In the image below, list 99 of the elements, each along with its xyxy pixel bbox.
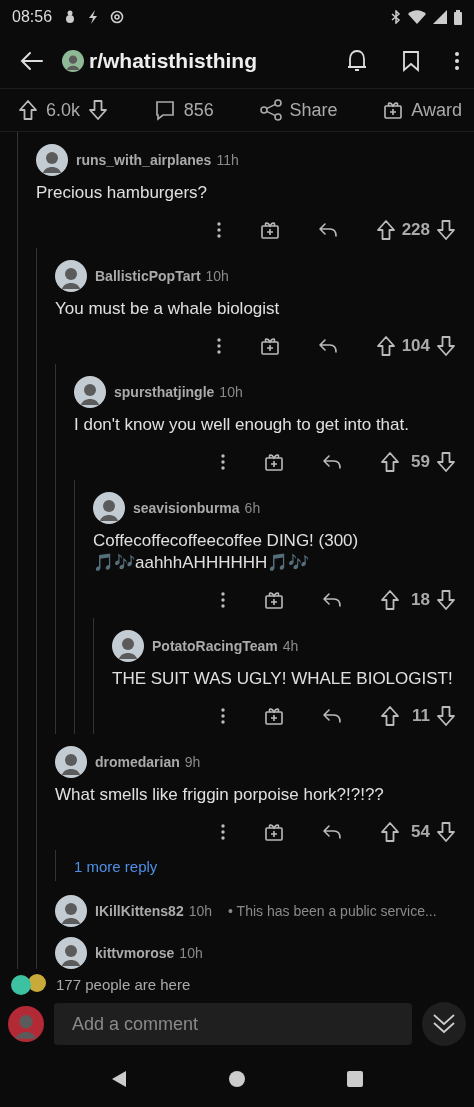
downvote-icon[interactable] xyxy=(436,821,456,843)
more-icon[interactable] xyxy=(220,591,226,609)
downvote-icon[interactable] xyxy=(436,705,456,727)
subreddit-icon xyxy=(62,50,84,72)
jump-down-button[interactable] xyxy=(422,1002,466,1046)
upvote-icon[interactable] xyxy=(375,335,396,357)
avatar-icon xyxy=(55,746,87,778)
more-icon[interactable] xyxy=(215,221,222,239)
award-label[interactable]: Award xyxy=(411,99,462,121)
avatar-icon xyxy=(112,630,144,662)
avatar-icon xyxy=(55,895,87,927)
upvote-icon[interactable] xyxy=(18,99,38,121)
post-score: 6.0k xyxy=(46,99,81,121)
username[interactable]: kittvmorose xyxy=(95,945,175,961)
comment-score: 228 xyxy=(401,220,430,240)
downvote-icon[interactable] xyxy=(436,589,456,611)
upvote-icon[interactable] xyxy=(380,821,400,843)
comment-age: 10h xyxy=(179,945,203,961)
award-icon[interactable] xyxy=(259,220,280,240)
downvote-icon[interactable] xyxy=(436,219,456,241)
reply-icon[interactable] xyxy=(317,222,338,238)
share-label[interactable]: Share xyxy=(289,99,338,121)
back-arrow-icon[interactable] xyxy=(20,51,44,71)
sync-icon xyxy=(110,10,125,24)
comment-score: 54 xyxy=(410,822,430,842)
bolt-icon xyxy=(88,10,99,24)
comment-score: 59 xyxy=(410,452,430,472)
comment-input[interactable]: Add a comment xyxy=(54,1003,412,1045)
avatar-icon xyxy=(55,937,87,969)
username[interactable]: runs_with_airplanes xyxy=(76,152,212,168)
avatar-icon xyxy=(36,144,68,176)
upvote-icon[interactable] xyxy=(375,219,396,241)
avatar-icon xyxy=(93,492,125,524)
comment-text: I don't know you well enough to get into that. xyxy=(74,414,410,436)
username[interactable]: dromedarian xyxy=(95,754,180,770)
reply-icon[interactable] xyxy=(322,454,342,470)
wifi-icon xyxy=(408,10,426,24)
award-icon[interactable] xyxy=(264,822,284,842)
username[interactable]: IKillKittens82 xyxy=(95,903,184,919)
upvote-icon[interactable] xyxy=(380,451,400,473)
comment-age: 6h xyxy=(244,500,261,516)
comment-text: Coffecoffecoffeecoffee DING! (300) 🎵🎶aahhhAHHHHHH🎵🎶 xyxy=(93,530,360,574)
comment-age: 11h xyxy=(216,152,239,168)
battery-icon xyxy=(454,9,462,25)
chevrons-down-icon xyxy=(431,1012,457,1036)
menu-icon[interactable] xyxy=(454,51,460,71)
award-icon[interactable] xyxy=(264,452,284,472)
bookmark-icon[interactable] xyxy=(402,50,420,72)
more-replies-link[interactable]: 1 more reply xyxy=(74,858,158,875)
comment-count: 856 xyxy=(183,99,214,121)
recents-icon[interactable] xyxy=(346,1069,364,1088)
award-icon[interactable] xyxy=(264,590,284,610)
award-icon[interactable] xyxy=(259,336,280,356)
avatar-icon xyxy=(74,376,106,408)
comment-age: 9h xyxy=(184,754,201,770)
subreddit-name[interactable]: r/whatisthisthing xyxy=(89,49,257,73)
more-icon[interactable] xyxy=(220,453,226,471)
reply-icon[interactable] xyxy=(317,338,338,354)
username[interactable]: PotatoRacingTeam xyxy=(152,638,278,654)
comment-score: 11 xyxy=(411,706,430,726)
more-icon[interactable] xyxy=(220,707,226,725)
upvote-icon[interactable] xyxy=(380,589,400,611)
avatar-icon xyxy=(55,260,87,292)
comment-age: 10h xyxy=(205,268,229,284)
bluetooth-icon xyxy=(391,10,401,24)
user-avatar-icon xyxy=(8,1006,44,1042)
more-icon[interactable] xyxy=(220,823,226,841)
comment-age: 4h xyxy=(282,638,299,654)
award-icon[interactable] xyxy=(264,706,284,726)
award-icon[interactable] xyxy=(383,100,404,120)
comment-text: What smells like friggin porpoise hork?!?!?? xyxy=(55,784,385,806)
downvote-icon[interactable] xyxy=(436,335,456,357)
back-icon[interactable] xyxy=(110,1069,128,1088)
share-icon[interactable] xyxy=(259,99,282,121)
comment-age: 10h xyxy=(219,384,243,400)
comment-icon[interactable] xyxy=(153,99,176,121)
bell-icon[interactable] xyxy=(346,49,368,73)
comment-score: 104 xyxy=(401,336,430,356)
comment-text: THE SUIT WAS UGLY! WHALE BIOLOGIST! xyxy=(112,668,454,690)
downvote-icon[interactable] xyxy=(88,99,109,121)
username[interactable]: BallisticPopTart xyxy=(95,268,201,284)
downvote-icon[interactable] xyxy=(436,451,456,473)
avatar-icon xyxy=(10,973,48,995)
reply-icon[interactable] xyxy=(322,592,342,608)
username[interactable]: spursthatjingle xyxy=(114,384,215,400)
more-icon[interactable] xyxy=(215,337,222,355)
comment-score: 18 xyxy=(410,590,430,610)
reply-icon[interactable] xyxy=(322,824,342,840)
clock: 08:56 xyxy=(12,8,53,26)
reply-icon[interactable] xyxy=(322,708,342,724)
online-count: 177 people are here xyxy=(56,975,191,993)
comment-text: You must be a whale biologist xyxy=(55,298,281,320)
upvote-icon[interactable] xyxy=(380,705,400,727)
username[interactable]: seavisionburma xyxy=(133,500,240,516)
home-icon[interactable] xyxy=(228,1069,246,1088)
comment-age: 10h xyxy=(188,903,213,919)
comment-preview[interactable]: • This has been a public service... xyxy=(228,903,437,919)
comment-text: Precious hamburgers? xyxy=(36,182,209,204)
signal-icon xyxy=(433,10,447,24)
